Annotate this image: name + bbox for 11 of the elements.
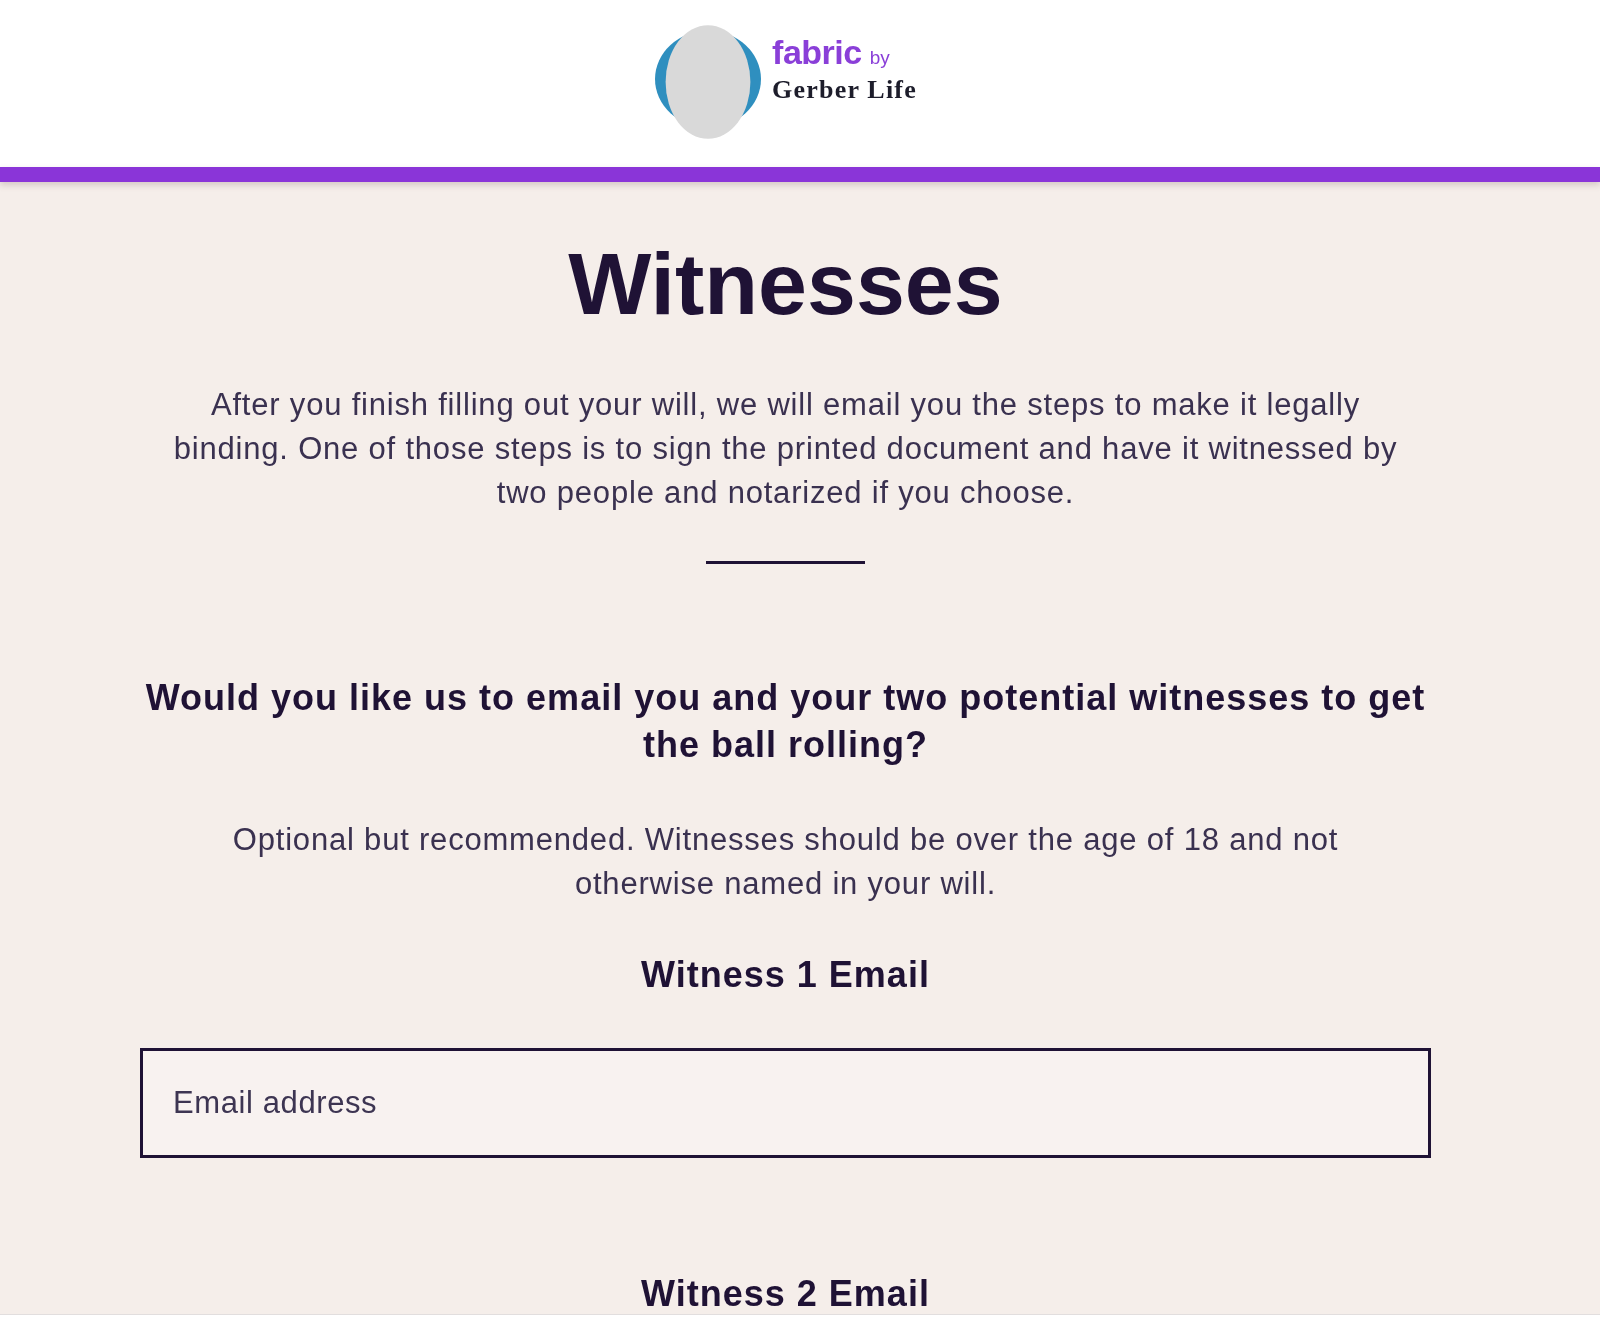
- intro-text: After you finish filling out your will, we will email you the steps to make it legally binding. One of those steps is to sign the printed document and have it witnessed by two people and notarized if you choose.: [172, 385, 1399, 512]
- brand-name: fabric: [772, 33, 862, 71]
- field-label: Witness 1 Email: [641, 952, 930, 997]
- note-text: Optional but recommended. Witnesses should be over the age of 18 and not otherwise named in your will.: [231, 820, 1340, 903]
- logo-by-text: by: [869, 47, 890, 69]
- question-text: Would you like us to email you and your two potential witnesses to get the ball rolling?: [144, 675, 1427, 767]
- logo-emblem-icon: [655, 25, 762, 139]
- email-input[interactable]: Email address: [140, 1047, 1431, 1158]
- page-title: Witnesses: [568, 233, 1003, 335]
- field-label: Witness 2 Email: [641, 1274, 930, 1313]
- company-name: Gerber Life: [772, 75, 917, 105]
